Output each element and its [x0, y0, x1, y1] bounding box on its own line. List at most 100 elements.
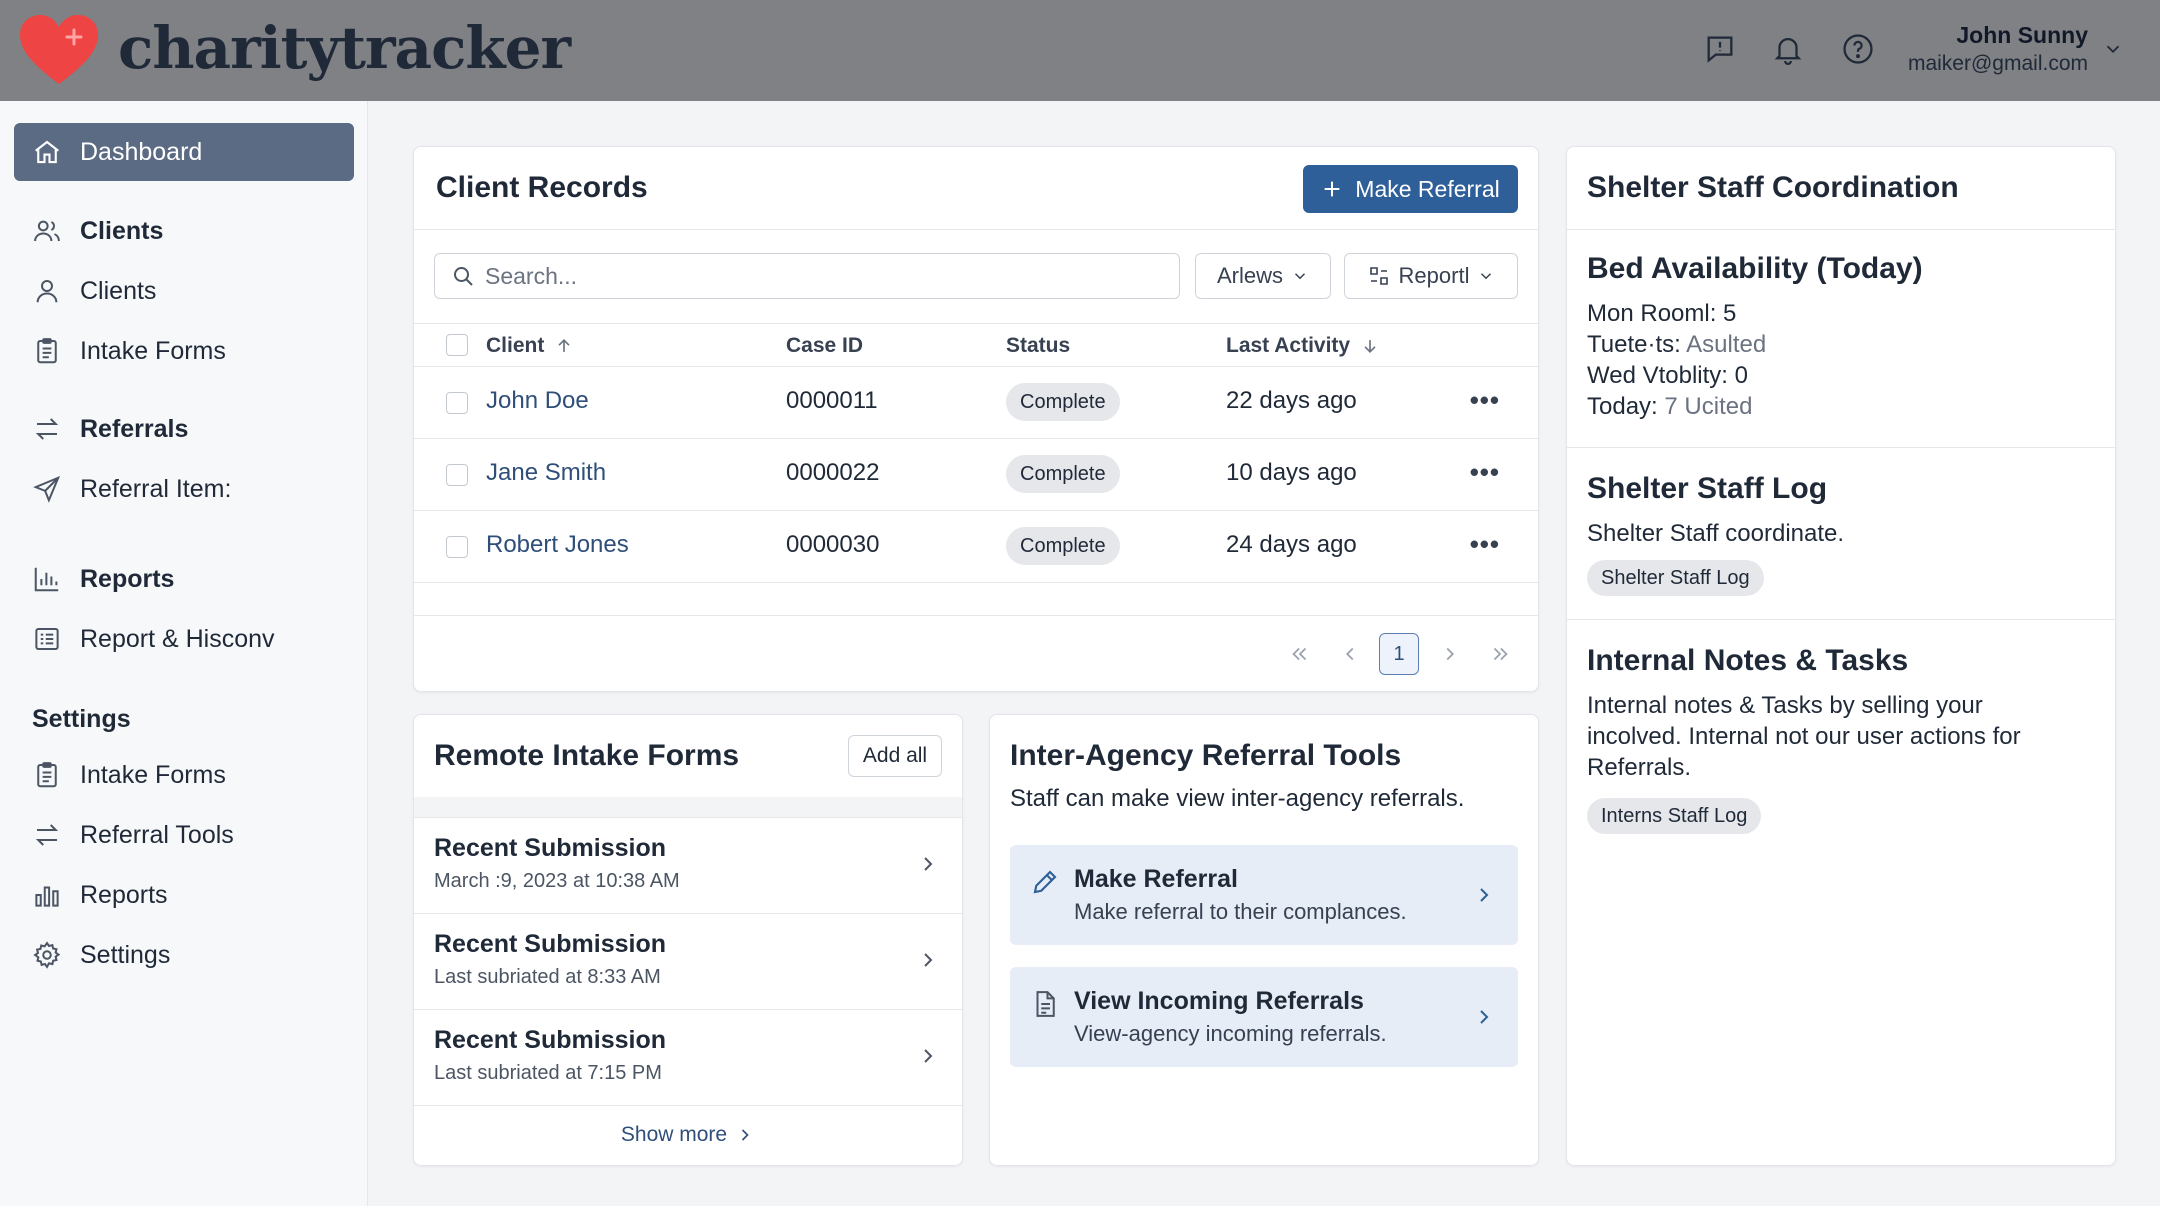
- sidebar-item-clients-group[interactable]: Clients: [32, 211, 163, 251]
- prev-page-button[interactable]: [1330, 633, 1370, 675]
- column-status[interactable]: Status: [1006, 334, 1070, 358]
- home-icon: [35, 140, 59, 164]
- chevron-right-icon: [924, 953, 933, 967]
- referral-tools-card: Inter-Agency Referral Tools Staff can ma…: [989, 714, 1539, 1166]
- sidebar-item-intake-forms[interactable]: Intake Forms: [32, 331, 226, 371]
- client-records-card: Client Records Make Referral Arlews Repo…: [413, 146, 1539, 692]
- submission-title: Recent Submission: [434, 834, 666, 862]
- referral-tools-title: Inter-Agency Referral Tools: [1010, 739, 1402, 772]
- submission-item[interactable]: Recent Submission March :9, 2023 at 10:3…: [414, 817, 962, 913]
- sidebar-item-label: Intake Forms: [80, 336, 226, 365]
- last-activity: 10 days ago: [1226, 459, 1357, 486]
- view-incoming-referrals-tile[interactable]: View Incoming Referrals View-agency inco…: [1010, 967, 1518, 1067]
- submission-item[interactable]: Recent Submission Last subriated at 7:15…: [414, 1009, 962, 1105]
- tile-title: Make Referral: [1074, 865, 1238, 893]
- internal-notes-section: Internal Notes & Tasks Internal notes & …: [1567, 619, 2115, 834]
- user-icon: [36, 280, 58, 303]
- first-page-button[interactable]: [1280, 633, 1320, 675]
- brand-name[interactable]: charitytracker: [118, 14, 571, 82]
- users-icon: [34, 220, 60, 242]
- search-field[interactable]: [434, 253, 1180, 299]
- last-page-button[interactable]: [1480, 633, 1520, 675]
- row-checkbox[interactable]: [446, 536, 468, 558]
- bell-icon[interactable]: [1768, 29, 1808, 69]
- page-1-button[interactable]: 1: [1379, 633, 1419, 675]
- client-name-link[interactable]: Robert Jones: [486, 531, 629, 559]
- sidebar-item-label: Dashboard: [80, 137, 203, 166]
- column-last-activity[interactable]: Last Activity: [1226, 334, 1380, 358]
- internal-notes-chip[interactable]: Interns Staff Log: [1587, 798, 1762, 834]
- more-options-icon[interactable]: •••: [1470, 457, 1500, 488]
- filter-dropdown-arlews[interactable]: Arlews: [1195, 253, 1331, 299]
- help-icon[interactable]: [1838, 29, 1878, 69]
- divider: [414, 615, 1538, 616]
- next-page-button[interactable]: [1430, 633, 1470, 675]
- sidebar-item-dashboard[interactable]: Dashboard: [14, 123, 354, 181]
- row-checkbox[interactable]: [446, 392, 468, 414]
- show-more-link[interactable]: Show more: [414, 1123, 962, 1147]
- arrows-exchange-icon: [35, 418, 59, 440]
- select-all-checkbox[interactable]: [446, 334, 468, 356]
- user-name: John Sunny: [1956, 22, 2088, 48]
- chevron-down-icon: [1481, 273, 1492, 280]
- table-row[interactable]: Robert Jones 0000030 Complete 24 days ag…: [414, 511, 1538, 583]
- chevron-down-icon: [1294, 273, 1306, 280]
- remote-intake-title: Remote Intake Forms: [434, 739, 740, 772]
- last-activity: 22 days ago: [1226, 387, 1357, 414]
- shelter-card: Shelter Staff Coordination Bed Availabil…: [1566, 146, 2116, 1166]
- client-name-link[interactable]: Jane Smith: [486, 459, 606, 487]
- client-records-title: Client Records: [436, 171, 648, 204]
- clipboard-icon: [37, 762, 57, 788]
- sidebar-item-reports[interactable]: Reports: [32, 875, 168, 915]
- chevron-right-icon: [1480, 888, 1489, 902]
- sidebar-item-report-history[interactable]: Report & Hisconv: [32, 619, 275, 659]
- submission-meta: March :9, 2023 at 10:38 AM: [434, 870, 680, 892]
- sidebar-item-settings-intake-forms[interactable]: Intake Forms: [32, 755, 226, 795]
- add-all-button[interactable]: Add all: [848, 735, 942, 777]
- sidebar-item-label: Report & Hisconv: [80, 624, 275, 653]
- shelter-log-chip[interactable]: Shelter Staff Log: [1587, 560, 1764, 596]
- column-case-id[interactable]: Case ID: [786, 334, 863, 358]
- feedback-icon[interactable]: [1700, 29, 1740, 69]
- chevron-down-icon[interactable]: [2102, 38, 2124, 60]
- row-checkbox[interactable]: [446, 464, 468, 486]
- sidebar-item-settings[interactable]: Settings: [32, 935, 170, 975]
- make-referral-button[interactable]: Make Referral: [1303, 165, 1518, 213]
- sidebar-item-label: Clients: [80, 216, 164, 245]
- sidebar-item-referral-tools[interactable]: Referral Tools: [32, 815, 234, 855]
- table-row[interactable]: Jane Smith 0000022 Complete 10 days ago …: [414, 439, 1538, 511]
- sidebar-item-label: Intake Forms: [80, 760, 226, 789]
- chevron-right-icon: [742, 1129, 749, 1141]
- submission-item[interactable]: Recent Submission Last subriated at 8:33…: [414, 913, 962, 1009]
- filter-dropdown-report[interactable]: Reportl: [1344, 253, 1518, 299]
- chevron-right-icon: [924, 1049, 933, 1063]
- tile-desc: Make referral to their complances.: [1074, 899, 1407, 924]
- sidebar-item-referral-items[interactable]: Referral Item:: [32, 469, 231, 509]
- sidebar-item-label: Settings: [80, 940, 171, 969]
- more-options-icon[interactable]: •••: [1470, 385, 1500, 416]
- search-icon: [454, 267, 473, 286]
- bed-availability-section: Bed Availability (Today) Mon Rooml: 5 Tu…: [1567, 229, 2115, 447]
- shelter-title: Shelter Staff Coordination: [1587, 171, 1959, 204]
- user-menu[interactable]: John Sunny maiker@gmail.com: [1908, 20, 2088, 78]
- chevron-right-icon: [924, 857, 933, 871]
- column-client[interactable]: Client: [486, 334, 574, 358]
- client-name-link[interactable]: John Doe: [486, 387, 589, 415]
- sidebar-item-clients[interactable]: Clients: [32, 271, 156, 311]
- sidebar-item-label: Clients: [80, 276, 157, 305]
- spacer: [414, 797, 962, 817]
- tile-title: View Incoming Referrals: [1074, 987, 1364, 1015]
- submission-title: Recent Submission: [434, 1026, 666, 1054]
- sidebar-item-referrals[interactable]: Referrals: [32, 409, 188, 449]
- search-input[interactable]: [485, 262, 1125, 290]
- plus-icon: [1324, 181, 1340, 197]
- more-options-icon[interactable]: •••: [1470, 529, 1500, 560]
- tile-desc: View-agency incoming referrals.: [1074, 1021, 1387, 1046]
- table-row[interactable]: John Doe 0000011 Complete 22 days ago ••…: [414, 367, 1538, 439]
- bed-availability-title: Bed Availability (Today): [1587, 252, 1923, 285]
- bed-line: Today: 7 Ucited: [1587, 393, 1753, 420]
- report-list-icon: [35, 628, 59, 650]
- sidebar-item-reports-group[interactable]: Reports: [32, 559, 174, 599]
- make-referral-tile[interactable]: Make Referral Make referral to their com…: [1010, 845, 1518, 945]
- internal-notes-text: Internal notes & Tasks by selling your: [1587, 692, 1983, 719]
